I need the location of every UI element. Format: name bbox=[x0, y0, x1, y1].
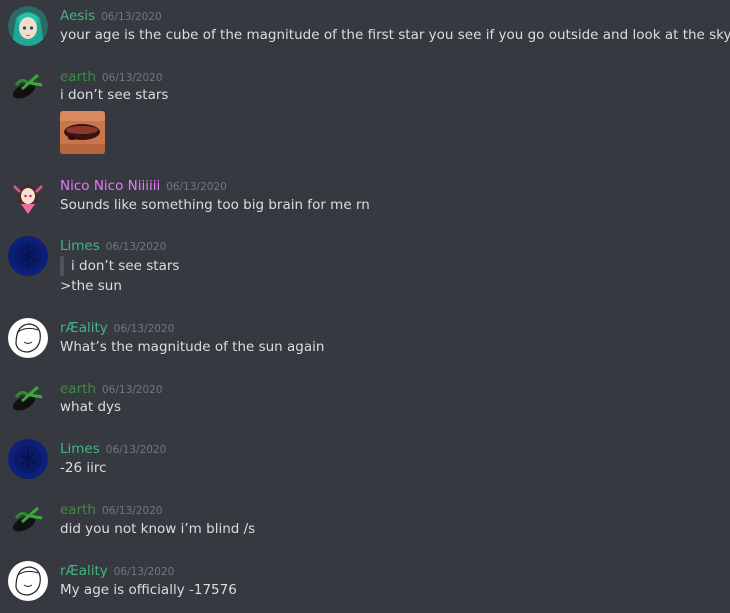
timestamp: 06/13/2020 bbox=[101, 505, 163, 517]
username[interactable]: rÆality bbox=[60, 563, 108, 579]
message-text: Sounds like something too big brain for … bbox=[60, 197, 370, 213]
lips-closeup-image[interactable] bbox=[60, 111, 105, 154]
username[interactable]: Limes bbox=[60, 238, 100, 254]
username[interactable]: earth bbox=[60, 381, 96, 397]
timestamp: 06/13/2020 bbox=[105, 444, 167, 456]
blockquote-text: i don’t see stars bbox=[71, 258, 180, 274]
timestamp: 06/13/2020 bbox=[113, 566, 175, 578]
message-text: -26 iirc bbox=[60, 460, 107, 476]
green-leaf-eye-avatar[interactable] bbox=[8, 67, 48, 107]
dark-blue-circle-avatar[interactable] bbox=[8, 439, 48, 479]
teal-hair-anime-avatar[interactable] bbox=[8, 6, 48, 46]
username[interactable]: Limes bbox=[60, 441, 100, 457]
timestamp: 06/13/2020 bbox=[166, 181, 227, 193]
chat-message-list: Aesis 06/13/2020 your age is the cube of … bbox=[0, 0, 730, 613]
username[interactable]: rÆality bbox=[60, 320, 108, 336]
message-text: >the sun bbox=[60, 278, 122, 294]
username[interactable]: earth bbox=[60, 502, 96, 518]
message-text: My age is officially -17576 bbox=[60, 582, 237, 598]
timestamp: 06/13/2020 bbox=[101, 72, 163, 84]
username[interactable]: earth bbox=[60, 69, 96, 85]
timestamp: 06/13/2020 bbox=[101, 11, 162, 23]
message-text: What’s the magnitude of the sun again bbox=[60, 339, 325, 355]
message-text: what dys bbox=[60, 399, 122, 415]
green-leaf-eye-avatar[interactable] bbox=[8, 500, 48, 540]
message-text: i don’t see stars bbox=[60, 87, 169, 103]
message-text: your age is the cube of the magnitude of… bbox=[60, 27, 730, 43]
dark-blue-circle-avatar[interactable] bbox=[8, 236, 48, 276]
username[interactable]: Nico Nico Niiiiii bbox=[60, 178, 160, 194]
white-sketch-face-avatar[interactable] bbox=[8, 561, 48, 601]
green-leaf-eye-avatar[interactable] bbox=[8, 379, 48, 419]
timestamp: 06/13/2020 bbox=[113, 323, 175, 335]
timestamp: 06/13/2020 bbox=[105, 241, 167, 253]
message-text: did you not know i’m blind /s bbox=[60, 521, 256, 537]
username[interactable]: Aesis bbox=[60, 8, 95, 24]
white-sketch-face-avatar[interactable] bbox=[8, 318, 48, 358]
timestamp: 06/13/2020 bbox=[101, 384, 163, 396]
anime-girl-avatar[interactable] bbox=[8, 176, 48, 216]
